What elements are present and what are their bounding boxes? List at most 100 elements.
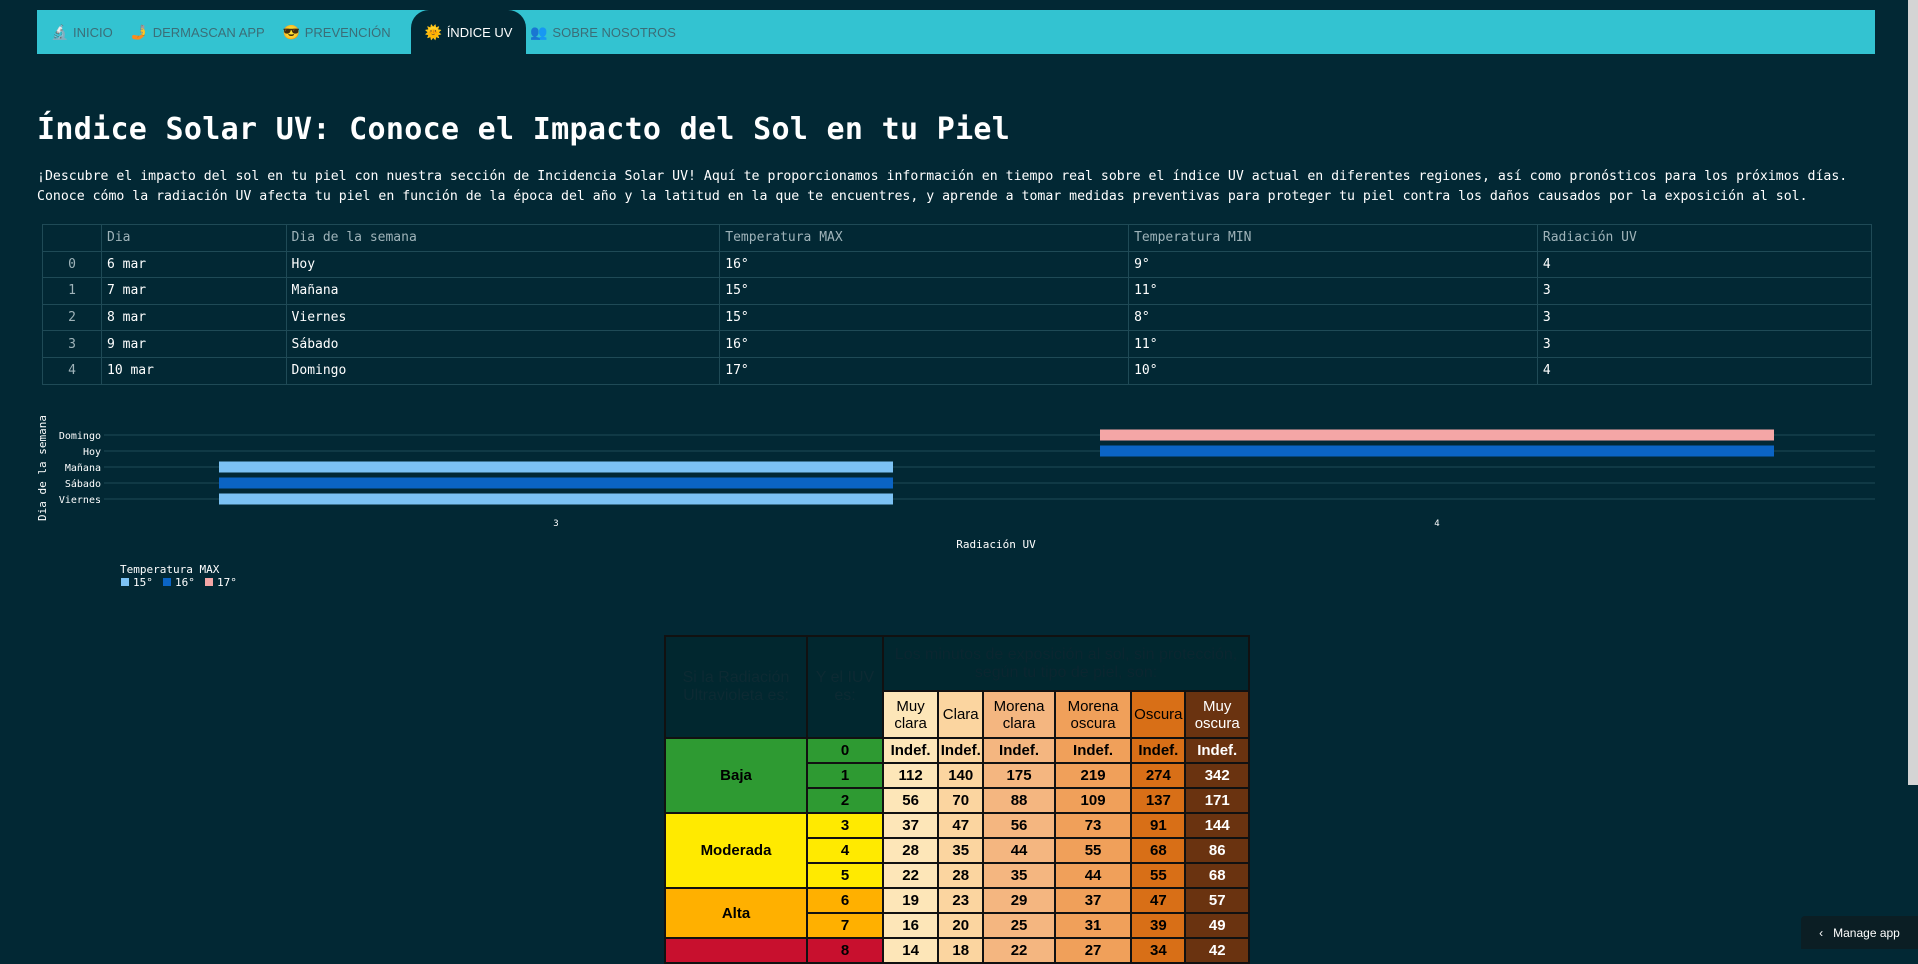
table-row[interactable]: 06 mar Hoy 16° 9° 4	[42, 250, 1873, 279]
exposure-minutes-cell: Indef.	[982, 737, 1056, 764]
exposure-minutes-cell: 35	[982, 862, 1056, 889]
table-cell: 10°	[1128, 356, 1538, 385]
nav-item-inicio[interactable]: 🔬 INICIO	[49, 10, 127, 54]
exposure-minutes-cell: 56	[881, 787, 940, 814]
column-header[interactable]: Temperatura MIN	[1128, 224, 1538, 252]
table-cell: 4	[1536, 356, 1873, 385]
uv-level-label: Baja	[664, 737, 808, 814]
exposure-minutes-cell: 73	[1053, 812, 1133, 839]
exposure-minutes-cell: 137	[1130, 787, 1187, 814]
exposure-minutes-cell: 28	[881, 837, 940, 864]
table-cell: 9°	[1128, 250, 1538, 279]
bar-hoy[interactable]	[1100, 445, 1774, 457]
uv-row: Moderada 3 37 47 56 73 91 144	[664, 812, 1250, 889]
nav-icon: 🤳	[130, 23, 149, 40]
table-cell: 17°	[719, 356, 1130, 385]
exposure-minutes-cell: 342	[1184, 762, 1250, 789]
skin-type-header: Morena clara	[982, 690, 1056, 739]
uv-header-row: Si la Radiación Ultravioleta es: Y el IUV…	[664, 634, 1250, 739]
table-row[interactable]: 28 mar Viernes 15° 8° 3	[42, 303, 1873, 332]
exposure-minutes-cell: 140	[937, 762, 985, 789]
table-row[interactable]: 39 mar Sábado 16° 11° 3	[42, 330, 1873, 358]
nav-item-prevención[interactable]: 😎 PREVENCIÓN	[281, 10, 405, 54]
exposure-minutes-cell: 22	[982, 937, 1056, 964]
legend-swatch	[163, 578, 171, 586]
nav-label: SOBRE NOSOTROS	[552, 24, 676, 40]
column-header[interactable]	[42, 224, 102, 252]
bar-sábado[interactable]	[219, 477, 893, 489]
exposure-minutes-cell: 274	[1130, 762, 1187, 789]
table-cell: 9 mar	[101, 330, 287, 358]
exposure-minutes-cell: 16	[881, 912, 940, 939]
exposure-minutes-cell: 55	[1053, 837, 1133, 864]
uv-row: Baja 0 Indef. Indef. Indef. Indef. Indef. Indef…	[664, 737, 1250, 814]
exposure-minutes-cell: 57	[1184, 887, 1250, 914]
column-header[interactable]: Dia de la semana	[285, 224, 721, 252]
manage-app-button[interactable]: ‹ Manage app	[1801, 916, 1918, 949]
bar-mañana[interactable]	[219, 461, 893, 473]
x-tick-label: 3	[553, 519, 558, 529]
exposure-minutes-cell: 47	[937, 812, 985, 839]
exposure-minutes-cell: 34	[1130, 937, 1187, 964]
exposure-minutes-cell: 171	[1184, 787, 1250, 814]
uv-index-cell: 6	[806, 887, 884, 914]
nav-item-índice-uv[interactable]: 🌞 ÍNDICE UV	[410, 10, 527, 54]
top-navigation: 🔬 INICIO 🤳 DERMASCAN APP 😎 PREVENCIÓN 🌞 ÍNDICE …	[37, 10, 1875, 54]
table-cell: Sábado	[285, 330, 721, 358]
table-cell: 3	[42, 330, 102, 358]
uv-bar-chart: Domingo Hoy Mañana Sábado Viernes 3 4 Radiación…	[36, 415, 1875, 589]
uv-index-cell: 1	[806, 762, 884, 789]
skin-type-header: Morena oscura	[1053, 690, 1133, 739]
exposure-minutes-cell: 144	[1184, 812, 1250, 839]
exposure-minutes-cell: 70	[937, 787, 985, 814]
bar-domingo[interactable]	[1100, 429, 1774, 441]
exposure-minutes-cell: Indef.	[1184, 737, 1250, 764]
bar-viernes[interactable]	[219, 493, 893, 505]
exposure-minutes-cell: 109	[1053, 787, 1133, 814]
exposure-minutes-cell: 37	[881, 812, 940, 839]
forecast-table: Dia Dia de la semana Temperatura MAX Temper…	[42, 224, 1873, 385]
uv-index-cell: 4	[806, 837, 884, 864]
exposure-minutes-cell: 39	[1130, 912, 1187, 939]
table-row[interactable]: 4 10 mar Domingo 17° 10° 4	[42, 356, 1873, 385]
uv-header-iuv: Y el IUV es:	[806, 635, 884, 739]
legend-item[interactable]: 15°	[133, 576, 153, 589]
table-cell: 1	[42, 277, 102, 305]
scrollbar-thumb[interactable]	[1908, 0, 1918, 785]
uv-index-cell: 7	[806, 912, 884, 939]
exposure-minutes-cell: 44	[1053, 862, 1133, 889]
exposure-minutes-cell: 18	[937, 937, 985, 964]
table-cell: 3	[1536, 303, 1873, 332]
table-cell: 3	[1536, 277, 1873, 305]
exposure-minutes-cell: 23	[937, 887, 985, 914]
page-title: Índice Solar UV: Conoce el Impacto del S…	[37, 112, 1011, 147]
column-header[interactable]: Radiación UV	[1536, 224, 1873, 252]
y-tick-label: Hoy	[83, 447, 101, 458]
exposure-minutes-cell: 44	[982, 837, 1056, 864]
uv-index-cell: 2	[806, 787, 884, 814]
table-cell: 3	[1536, 330, 1873, 358]
exposure-minutes-cell: 68	[1184, 862, 1250, 889]
nav-icon: 🔬	[51, 23, 69, 40]
table-cell: 0	[42, 250, 102, 279]
manage-app-label: Manage app	[1833, 925, 1900, 940]
nav-item-sobre-nosotros[interactable]: 👥 SOBRE NOSOTROS	[528, 10, 690, 54]
legend-swatch	[205, 578, 213, 586]
table-row[interactable]: 17 mar Mañana 15° 11° 3	[42, 277, 1873, 305]
column-header[interactable]: Temperatura MAX	[719, 224, 1130, 252]
table-cell: Domingo	[285, 356, 721, 385]
column-header[interactable]: Dia	[101, 224, 287, 252]
nav-item-dermascan-app[interactable]: 🤳 DERMASCAN APP	[129, 10, 279, 54]
uv-level-label: Alta	[664, 887, 808, 939]
exposure-minutes-cell: 19	[881, 887, 940, 914]
table-cell: 4	[42, 356, 102, 385]
legend-item[interactable]: 16°	[175, 576, 195, 589]
exposure-minutes-cell: 175	[982, 762, 1056, 789]
legend-swatch	[121, 578, 129, 586]
table-cell: 11°	[1128, 330, 1538, 358]
table-cell: 2	[42, 303, 102, 332]
legend-title: Temperatura MAX	[120, 563, 220, 576]
intro-paragraph: ¡Descubre el impacto del sol en tu piel …	[37, 169, 1848, 204]
exposure-minutes-cell: 86	[1184, 837, 1250, 864]
legend-item[interactable]: 17°	[217, 576, 237, 589]
